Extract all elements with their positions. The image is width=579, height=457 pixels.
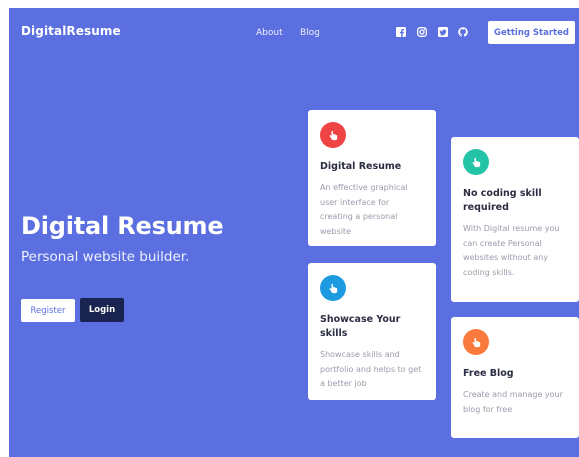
card-description: An effective graphical user interface fo…: [320, 183, 408, 236]
feature-card-digital-resume: Digital Resume An effective graphical us…: [308, 110, 436, 246]
hand-pointer-icon: [463, 149, 489, 175]
feature-card-free-blog: Free Blog Create and manage your blog fo…: [451, 317, 579, 438]
card-description: Showcase skills and portfolio and helps …: [320, 350, 422, 388]
nav-about-link[interactable]: About: [256, 28, 283, 38]
feature-card-showcase-skills: Showcase Your skills Showcase skills and…: [308, 263, 436, 400]
hand-pointer-icon: [320, 122, 346, 148]
login-button[interactable]: Login: [80, 298, 124, 322]
card-title: Showcase Your skills: [320, 314, 401, 339]
card-title: Digital Resume: [320, 161, 402, 172]
card-title: No coding skill required: [463, 188, 542, 213]
landing-page: DigitalResume About Blog Getting Started…: [9, 8, 579, 457]
card-description: Create and manage your blog for free: [463, 390, 563, 414]
brand-logo[interactable]: DigitalResume: [21, 24, 121, 38]
hand-pointer-icon: [320, 275, 346, 301]
getting-started-button[interactable]: Getting Started: [488, 21, 575, 44]
feature-card-no-coding: No coding skill required With Digital re…: [451, 137, 579, 302]
hero-subtitle: Personal website builder.: [21, 249, 190, 265]
hero-title: Digital Resume: [21, 212, 224, 240]
nav-blog-link[interactable]: Blog: [300, 28, 320, 38]
facebook-icon[interactable]: [396, 27, 406, 37]
card-title: Free Blog: [463, 368, 514, 379]
github-icon[interactable]: [458, 27, 468, 37]
twitter-icon[interactable]: [438, 27, 448, 37]
instagram-icon[interactable]: [417, 27, 427, 37]
hand-pointer-icon: [463, 329, 489, 355]
card-description: With Digital resume you can create Perso…: [463, 224, 560, 277]
register-button[interactable]: Register: [21, 299, 75, 322]
